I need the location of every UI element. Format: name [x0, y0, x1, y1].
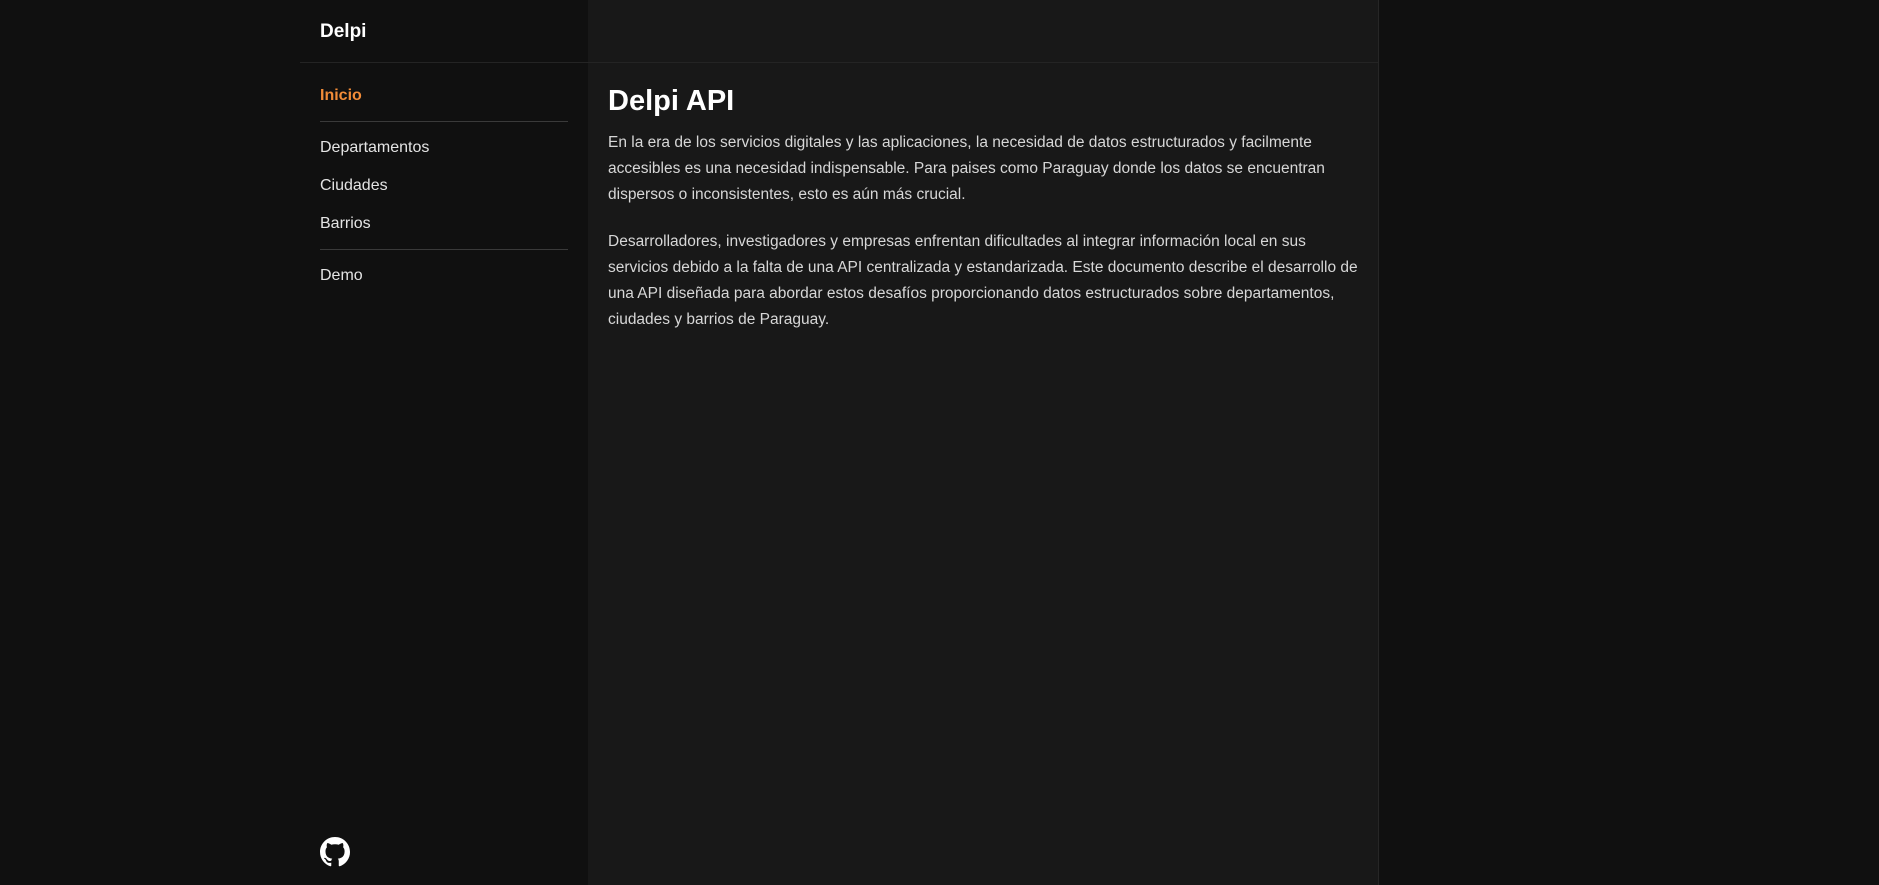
description-paragraph: Desarrolladores, investigadores y empres… [608, 233, 1358, 328]
nav-item-ciudades[interactable]: Ciudades [320, 174, 568, 198]
site-brand[interactable]: Delpi [320, 20, 366, 44]
nav-item-departamentos[interactable]: Departamentos [320, 136, 568, 160]
app: Delpi Inicio Departamentos Ciudades Barr… [300, 0, 1379, 885]
nav-item-barrios[interactable]: Barrios [320, 212, 568, 236]
main-header-bar [588, 0, 1378, 63]
sidebar: Delpi Inicio Departamentos Ciudades Barr… [300, 0, 588, 885]
nav-item-demo[interactable]: Demo [320, 264, 568, 288]
intro-paragraph: En la era de los servicios digitales y l… [608, 134, 1325, 203]
article: Delpi API En la era de los servicios dig… [608, 84, 1360, 354]
github-icon[interactable] [320, 837, 350, 867]
main-content: Delpi API En la era de los servicios dig… [588, 0, 1379, 885]
sidebar-header: Delpi [300, 0, 588, 63]
page-title: Delpi API [608, 85, 735, 117]
nav-divider [320, 249, 568, 250]
sidebar-nav: Inicio Departamentos Ciudades Barrios De… [320, 84, 568, 288]
nav-item-inicio[interactable]: Inicio [320, 84, 568, 108]
nav-divider [320, 121, 568, 122]
